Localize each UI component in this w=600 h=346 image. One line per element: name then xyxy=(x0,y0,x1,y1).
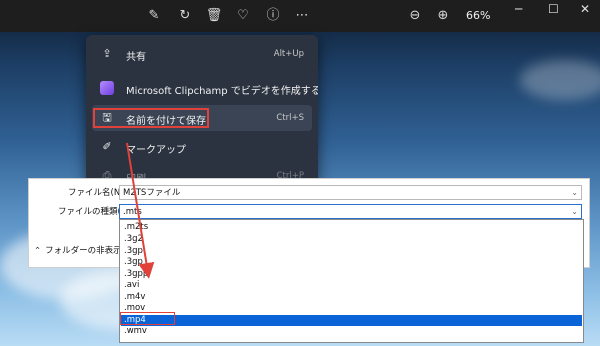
annotation-arrow xyxy=(126,142,155,279)
